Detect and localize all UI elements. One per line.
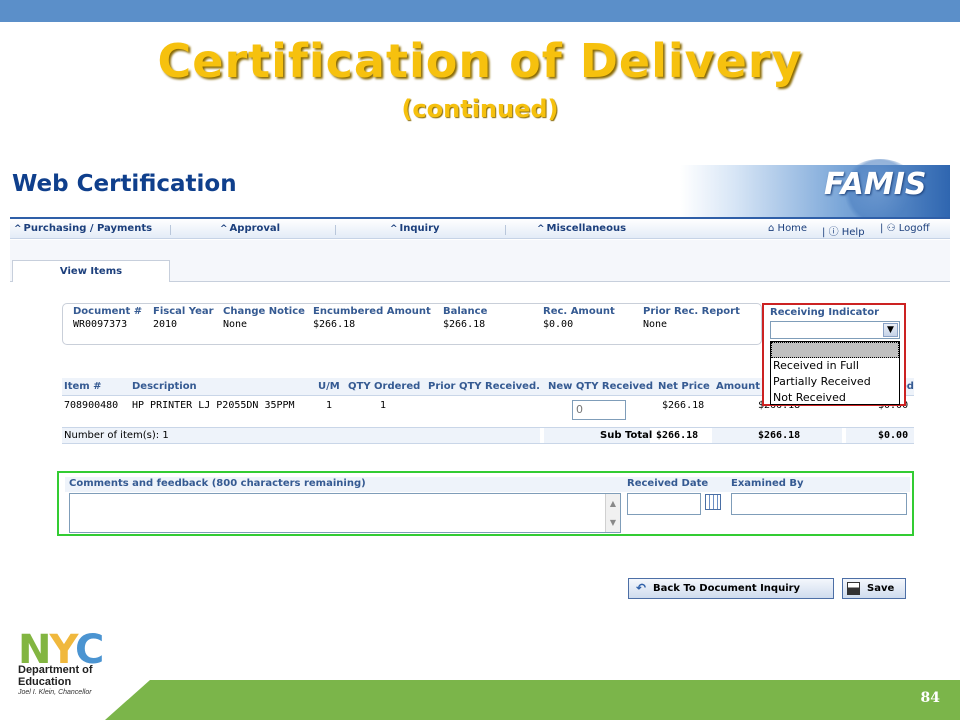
receiving-indicator-select[interactable]: ▼ (770, 321, 900, 339)
nav-separator (335, 225, 336, 235)
col-um: U/M (318, 381, 340, 392)
subtotal-received: $0.00 (878, 430, 909, 441)
slide-title: Certification of Delivery (157, 34, 803, 88)
col-document-number: Document # (73, 306, 143, 317)
dropdown-option-partially-received[interactable]: Partially Received (771, 374, 899, 390)
main-nav: ^ Purchasing / Payments ^ Approval ^ Inquir… (10, 217, 950, 239)
back-arrow-icon: ↶ (635, 581, 647, 595)
items-footer-row: Number of item(s): 1 Sub Total $266.18 $… (62, 427, 914, 444)
subtotal-net-price: $266.18 (656, 430, 699, 441)
chevron-down-icon[interactable]: ▼ (883, 323, 898, 337)
received-date-label: Received Date (627, 478, 709, 489)
chancellor-text: Joel I. Klein, Chancellor (18, 689, 92, 696)
rec-amount: $0.00 (543, 319, 574, 330)
comments-section: Comments and feedback (800 characters re… (57, 471, 914, 536)
comments-scrollbar[interactable]: ▲ ▼ (605, 494, 620, 532)
col-net-price: Net Price (658, 381, 710, 392)
item-qty-ordered: 1 (380, 400, 387, 411)
save-icon (847, 582, 860, 595)
nav-purchasing-payments[interactable]: ^ Purchasing / Payments (14, 223, 152, 234)
back-to-document-inquiry-button[interactable]: ↶ Back To Document Inquiry (628, 578, 834, 599)
subtotal-amount: $266.18 (758, 430, 801, 441)
item-net-price: $266.18 (662, 400, 705, 411)
balance: $266.18 (443, 319, 486, 330)
col-item-number: Item # (64, 381, 102, 392)
comments-label: Comments and feedback (800 characters re… (69, 478, 366, 489)
chevron-up-icon: ^ (537, 224, 545, 234)
examined-by-input[interactable] (731, 493, 907, 515)
save-button[interactable]: Save (842, 578, 906, 599)
help-icon: ⓘ (828, 227, 839, 238)
app-header: Web Certification FAMIS (10, 159, 950, 223)
receiving-indicator-box: Receiving Indicator ▼ Received in Full P… (762, 303, 906, 406)
col-encumbered-amount: Encumbered Amount (313, 306, 431, 317)
col-amount: Amount (716, 381, 761, 392)
nav-miscellaneous[interactable]: ^ Miscellaneous (537, 223, 626, 234)
item-description: HP PRINTER LJ P2055DN 35PPM (132, 400, 295, 411)
nav-inquiry[interactable]: ^ Inquiry (390, 223, 440, 234)
subtotal-label: Sub Total (600, 430, 653, 441)
slide-subtitle: (continued) (401, 95, 559, 123)
col-rec-amount: Rec. Amount (543, 306, 615, 317)
tab-bar: View Items (10, 240, 950, 282)
chevron-up-icon: ^ (390, 224, 398, 234)
col-qty-ordered: QTY Ordered (348, 381, 421, 392)
nav-separator (170, 225, 171, 235)
famis-logo: FAMIS (824, 167, 927, 202)
fiscal-year: 2010 (153, 319, 178, 330)
dropdown-option-received-in-full[interactable]: Received in Full (771, 358, 899, 374)
page-number: 84 (920, 690, 940, 706)
document-summary: Document # Fiscal Year Change Notice Enc… (62, 303, 762, 345)
nav-approval[interactable]: ^ Approval (220, 223, 280, 234)
tab-view-items[interactable]: View Items (12, 260, 170, 282)
col-fiscal-year: Fiscal Year (153, 306, 214, 317)
nav-home[interactable]: ⌂ Home (768, 223, 807, 234)
col-new-qty-received: New QTY Received (548, 381, 653, 392)
col-description: Description (132, 381, 197, 392)
nav-separator (505, 225, 506, 235)
nav-logoff[interactable]: | ⚇ Logoff (880, 223, 930, 234)
document-number: WR0097373 (73, 319, 128, 330)
item-number: 708900480 (64, 400, 119, 411)
scroll-down-icon[interactable]: ▼ (606, 513, 620, 532)
dropdown-option-not-received[interactable]: Not Received (771, 390, 899, 406)
home-icon: ⌂ (768, 223, 775, 234)
change-notice: None (223, 319, 248, 330)
received-date-input[interactable] (627, 493, 701, 515)
famis-app: Web Certification FAMIS ^ Purchasing / Pa… (10, 159, 950, 283)
logoff-icon: ⚇ (886, 223, 896, 234)
top-bar (0, 0, 960, 22)
nav-help[interactable]: | ⓘ Help (822, 223, 865, 238)
new-qty-received-input[interactable]: 0 (572, 400, 626, 420)
examined-by-label: Examined By (731, 478, 804, 489)
calendar-icon[interactable] (705, 494, 721, 510)
dropdown-option-blank[interactable] (771, 342, 899, 358)
footer-bar (105, 680, 960, 720)
app-title: Web Certification (12, 171, 237, 197)
col-prior-rec-report: Prior Rec. Report (643, 306, 740, 317)
col-change-notice: Change Notice (223, 306, 305, 317)
col-balance: Balance (443, 306, 488, 317)
item-um: 1 (326, 400, 333, 411)
receiving-indicator-label: Receiving Indicator (770, 307, 880, 318)
chevron-up-icon: ^ (220, 224, 228, 234)
department-of-education-text: Department of Education (18, 664, 93, 688)
col-prior-qty-received: Prior QTY Received. (428, 381, 540, 392)
encumbered-amount: $266.18 (313, 319, 356, 330)
scroll-up-icon[interactable]: ▲ (606, 494, 620, 513)
chevron-up-icon: ^ (14, 224, 22, 234)
item-count: Number of item(s): 1 (64, 430, 169, 441)
prior-rec-report: None (643, 319, 668, 330)
comments-textarea[interactable]: ▲ ▼ (69, 493, 621, 533)
receiving-indicator-dropdown: Received in Full Partially Received Not … (770, 341, 900, 405)
